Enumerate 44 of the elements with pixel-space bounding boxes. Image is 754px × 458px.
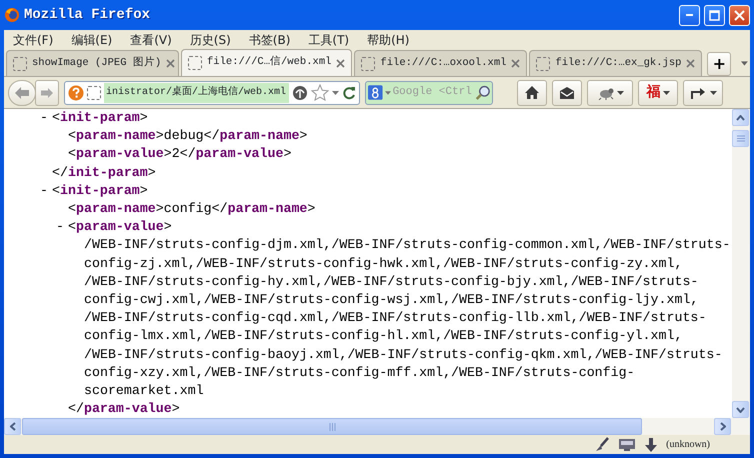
xml-text: /WEB-INF/struts-config-djm.xml,/WEB-INF/struts-config-common.xml,/WEB-INF/struts-: [84, 237, 730, 252]
collapse-toggle[interactable]: -: [40, 109, 52, 128]
menu-item[interactable]: 书签(B): [240, 30, 300, 48]
new-tab-button[interactable]: +: [707, 52, 732, 76]
xml-tag: <param-value>: [68, 219, 172, 234]
xml-text: /WEB-INF/struts-config-baoyj.xml,/WEB-INF/struts-config-qkm.xml,/WEB-INF/struts-: [84, 346, 722, 362]
tab-label: showImage (JPEG 图片): [32, 56, 162, 71]
xml-text: config-xzy.xml,/WEB-INF/struts-config-mff.xml,/WEB-INF/struts-config-: [84, 364, 635, 380]
xml-text: /WEB-INF/struts-config-hy.xml,/WEB-INF/struts-config-bjy.xml,/WEB-INF/struts-: [84, 274, 698, 289]
collapse-toggle[interactable]: -: [40, 182, 52, 200]
tab-label: file:///C:…oxool.xml: [380, 56, 506, 71]
collapse-toggle[interactable]: -: [56, 218, 68, 236]
xml-tag: </init-param>: [52, 164, 156, 180]
xml-text: config-zj.xml,/WEB-INF/struts-config-hwk.xml,/WEB-INF/struts-config-zy.xml,: [84, 256, 682, 271]
browser-tab[interactable]: file:///C:…ex_gk.jsp: [529, 50, 702, 76]
xml-text: config-cwj.xml,/WEB-INF/struts-config-wsj.xml,/WEB-INF/struts-config-ljy.xml,: [84, 292, 698, 308]
xml-element: <param-name>debug</param-name>: [68, 128, 308, 144]
menu-item[interactable]: 历史(S): [180, 30, 240, 48]
menu-item[interactable]: 文件(F): [4, 30, 62, 48]
xml-tag: <init-param>: [52, 182, 148, 198]
xml-element: <param-name>config</param-name>: [68, 201, 316, 216]
fu-button[interactable]: 福: [638, 80, 678, 106]
menu-item[interactable]: 编辑(E): [62, 30, 122, 48]
search-field[interactable]: Google <Ctrl: [392, 84, 473, 101]
status-text: (unknown): [666, 438, 710, 452]
window-title: Mozilla Firefox: [24, 6, 152, 24]
menu-item[interactable]: 工具(T): [299, 30, 358, 48]
xml-element: <param-value>2</param-value>: [68, 146, 292, 162]
browser-tab[interactable]: showImage (JPEG 图片): [6, 50, 179, 76]
xml-tag: <init-param>: [52, 110, 148, 125]
url-text: inistrator/桌面/上海电信/web.xml: [104, 82, 289, 102]
xml-text: config-lmx.xml,/WEB-INF/struts-config-hl.xml,/WEB-INF/struts-config-yl.xml,: [84, 328, 682, 344]
search-box[interactable]: Google <Ctrl: [365, 80, 493, 104]
tab-label: file:///C:…ex_gk.jsp: [555, 56, 682, 71]
tab-label: file:///C…信/web.xml: [207, 55, 332, 70]
xml-text: scoremarket.xml: [84, 383, 204, 398]
browser-tab[interactable]: file:///C:…oxool.xml: [354, 50, 528, 76]
xml-text: /WEB-INF/struts-config-cqd.xml,/WEB-INF/struts-config-llb.xml,/WEB-INF/struts-: [84, 310, 706, 326]
browser-tab[interactable]: file:///C…信/web.xml: [181, 49, 352, 76]
fu-character: 福: [646, 83, 660, 102]
menu-item[interactable]: 帮助(H): [358, 30, 418, 48]
menu-item[interactable]: 查看(V): [121, 30, 181, 48]
address-bar[interactable]: inistrator/桌面/上海电信/web.xml: [64, 80, 360, 104]
xml-tag: </param-value>: [68, 401, 180, 416]
